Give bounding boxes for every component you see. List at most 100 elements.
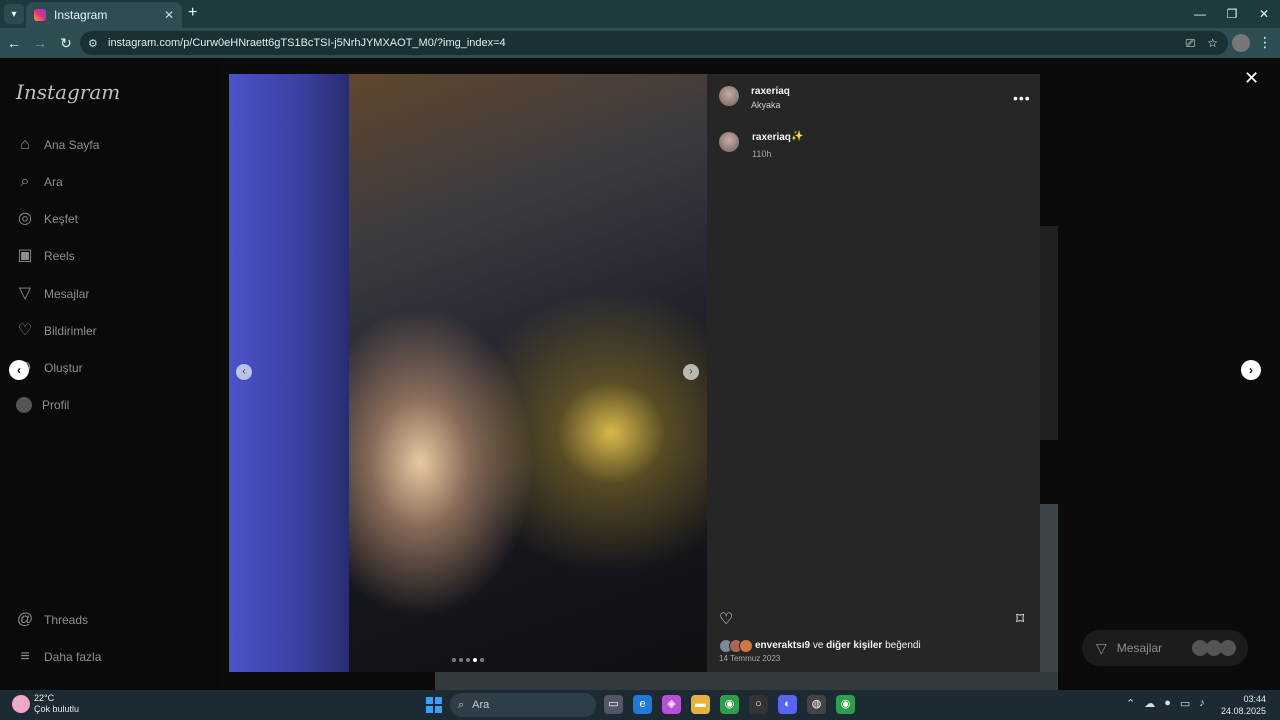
url-input[interactable]: ⚙ instagram.com/p/Curw0eHNraett6gTS1BcTS… bbox=[80, 31, 1228, 55]
caption-avatar[interactable] bbox=[719, 132, 739, 152]
copilot-icon[interactable]: ◈ bbox=[662, 695, 681, 714]
caption-timestamp: 110h bbox=[752, 149, 772, 159]
volume-icon[interactable]: ♪ bbox=[1199, 697, 1205, 710]
caption-emoji: ✨ bbox=[791, 131, 804, 142]
windows-start-icon[interactable] bbox=[426, 697, 442, 713]
sidebar-item-home[interactable]: ⌂ Ana Sayfa bbox=[16, 136, 99, 154]
file-explorer-icon[interactable]: ▬ bbox=[691, 695, 710, 714]
close-icon[interactable]: ✕ bbox=[1244, 68, 1259, 89]
taskbar-clock[interactable]: 03:44 24.08.2025 bbox=[1221, 693, 1266, 717]
browser-tab-bar: ▾ Instagram ✕ + — ❐ ✕ bbox=[0, 0, 1280, 28]
tab-instagram[interactable]: Instagram ✕ bbox=[26, 2, 182, 28]
restore-icon[interactable]: ❐ bbox=[1216, 0, 1248, 28]
task-view-icon[interactable]: ▭ bbox=[604, 695, 623, 714]
sidebar-item-messages[interactable]: ▽ Mesajlar bbox=[16, 285, 90, 303]
liked-by-username[interactable]: enveraktsı9 bbox=[755, 640, 810, 651]
search-icon: ⌕ bbox=[20, 173, 30, 190]
url-text: instagram.com/p/Curw0eHNraett6gTS1BcTSI-… bbox=[108, 37, 506, 49]
sidebar-item-label: Oluştur bbox=[44, 361, 83, 375]
previous-post-button[interactable]: ‹ bbox=[9, 360, 29, 380]
carousel-indicator bbox=[452, 658, 484, 662]
save-bookmark-icon[interactable]: ⌑ bbox=[1016, 609, 1024, 629]
instagram-favicon-icon bbox=[34, 9, 46, 21]
steam-icon[interactable]: ◍ bbox=[807, 695, 826, 714]
carousel-prev-icon[interactable]: ‹ bbox=[236, 364, 252, 380]
background-post-preview bbox=[1040, 504, 1058, 690]
liked-by-avatars bbox=[719, 639, 753, 653]
home-icon: ⌂ bbox=[20, 136, 30, 153]
onedrive-icon[interactable]: ☁ bbox=[1144, 697, 1155, 710]
background-post-preview bbox=[1040, 226, 1058, 440]
microphone-icon[interactable]: ● bbox=[1164, 697, 1171, 710]
app-icon[interactable]: ○ bbox=[749, 695, 768, 714]
tab-close-icon[interactable]: ✕ bbox=[164, 8, 174, 22]
background-post-preview bbox=[435, 672, 1057, 690]
bookmark-star-icon[interactable]: ☆ bbox=[1207, 36, 1218, 51]
sidebar-item-label: Threads bbox=[44, 613, 89, 627]
like-heart-icon[interactable]: ♡ bbox=[719, 609, 733, 629]
sidebar-item-explore[interactable]: ◎ Keşfet bbox=[16, 210, 78, 228]
browser-profile-avatar[interactable] bbox=[1232, 34, 1250, 52]
weather-widget[interactable]: 22°C Çok bulutlu bbox=[12, 693, 79, 715]
author-username[interactable]: raxeriaq bbox=[751, 86, 790, 97]
carousel-next-icon[interactable]: › bbox=[683, 364, 699, 380]
likes-connector: ve bbox=[812, 640, 824, 651]
clock-time: 03:44 bbox=[1243, 694, 1266, 704]
sidebar-item-label: Daha fazla bbox=[44, 650, 102, 664]
sidebar-item-profile[interactable]: Profil bbox=[16, 397, 69, 413]
browser-menu-icon[interactable]: ⋮ bbox=[1258, 34, 1272, 51]
discord-icon[interactable]: ◐ bbox=[778, 695, 797, 714]
site-info-icon[interactable]: ⚙ bbox=[88, 37, 100, 50]
back-icon[interactable]: ← bbox=[2, 35, 26, 51]
avatar bbox=[739, 639, 753, 653]
more-options-icon[interactable]: ••• bbox=[1013, 90, 1031, 106]
caption-username[interactable]: raxeriaq bbox=[752, 132, 791, 143]
weather-description: Çok bulutlu bbox=[34, 704, 80, 714]
taskbar-search-input[interactable]: ⌕ Ara bbox=[450, 693, 596, 717]
instagram-logo[interactable]: Instagram bbox=[16, 80, 120, 104]
close-window-icon[interactable]: ✕ bbox=[1248, 0, 1280, 28]
tab-title: Instagram bbox=[54, 8, 108, 22]
post-date[interactable]: 14 Temmuz 2023 bbox=[719, 654, 780, 663]
window-controls: — ❐ ✕ bbox=[1184, 0, 1280, 28]
avatar bbox=[16, 397, 32, 413]
chrome-icon[interactable]: ◉ bbox=[720, 695, 739, 714]
forward-icon[interactable]: → bbox=[28, 35, 52, 51]
install-app-icon[interactable]: ⎚ bbox=[1186, 36, 1196, 51]
chrome-active-icon[interactable]: ◉ bbox=[836, 695, 855, 714]
address-bar: ← → ↻ ⚙ instagram.com/p/Curw0eHNraett6gT… bbox=[0, 28, 1280, 58]
sidebar-item-search[interactable]: ⌕ Ara bbox=[16, 173, 63, 191]
edge-icon[interactable]: e bbox=[633, 695, 652, 714]
clock-date: 24.08.2025 bbox=[1220, 706, 1266, 716]
new-tab-button[interactable]: + bbox=[188, 4, 197, 22]
carousel-dot bbox=[466, 658, 470, 662]
post-details-panel: raxeriaq Akyaka ••• raxeriaq ✨ 110h ♡ ⌑ … bbox=[707, 74, 1040, 672]
send-icon: ▽ bbox=[1096, 639, 1107, 656]
display-icon[interactable]: ▭ bbox=[1180, 697, 1190, 710]
reload-icon[interactable]: ↻ bbox=[54, 35, 78, 52]
next-post-button[interactable]: › bbox=[1241, 360, 1261, 380]
sidebar-item-notifications[interactable]: ♡ Bildirimler bbox=[16, 322, 97, 340]
heart-icon: ♡ bbox=[17, 322, 33, 339]
sidebar-item-more[interactable]: ≡ Daha fazla bbox=[16, 648, 101, 666]
carousel-dot bbox=[452, 658, 456, 662]
liked-by-others-link[interactable]: diğer kişiler bbox=[826, 640, 882, 651]
minimize-icon[interactable]: — bbox=[1184, 0, 1216, 28]
tray-overflow-icon[interactable]: ⌃ bbox=[1126, 697, 1135, 710]
tab-search-button[interactable]: ▾ bbox=[4, 4, 24, 24]
post-location[interactable]: Akyaka bbox=[751, 100, 781, 110]
compass-icon: ◎ bbox=[18, 210, 32, 227]
search-icon: ⌕ bbox=[458, 698, 465, 711]
author-avatar[interactable] bbox=[719, 86, 739, 106]
weather-temperature: 22°C bbox=[34, 693, 55, 703]
taskbar: 22°C Çok bulutlu ⌕ Ara ▭ e ◈ ▬ ◉ ○ ◐ ◍ ◉… bbox=[0, 690, 1280, 720]
send-icon: ▽ bbox=[18, 285, 32, 302]
sidebar-item-label: Ara bbox=[44, 175, 63, 189]
messages-floating-button[interactable]: ▽ Mesajlar bbox=[1082, 630, 1248, 666]
sidebar-item-label: Keşfet bbox=[44, 212, 79, 226]
threads-icon: @ bbox=[16, 611, 34, 628]
menu-icon: ≡ bbox=[20, 648, 30, 665]
sidebar-item-reels[interactable]: ▣ Reels bbox=[16, 247, 74, 265]
likes-suffix: beğendi bbox=[885, 640, 921, 651]
sidebar-item-threads[interactable]: @ Threads bbox=[16, 611, 88, 629]
